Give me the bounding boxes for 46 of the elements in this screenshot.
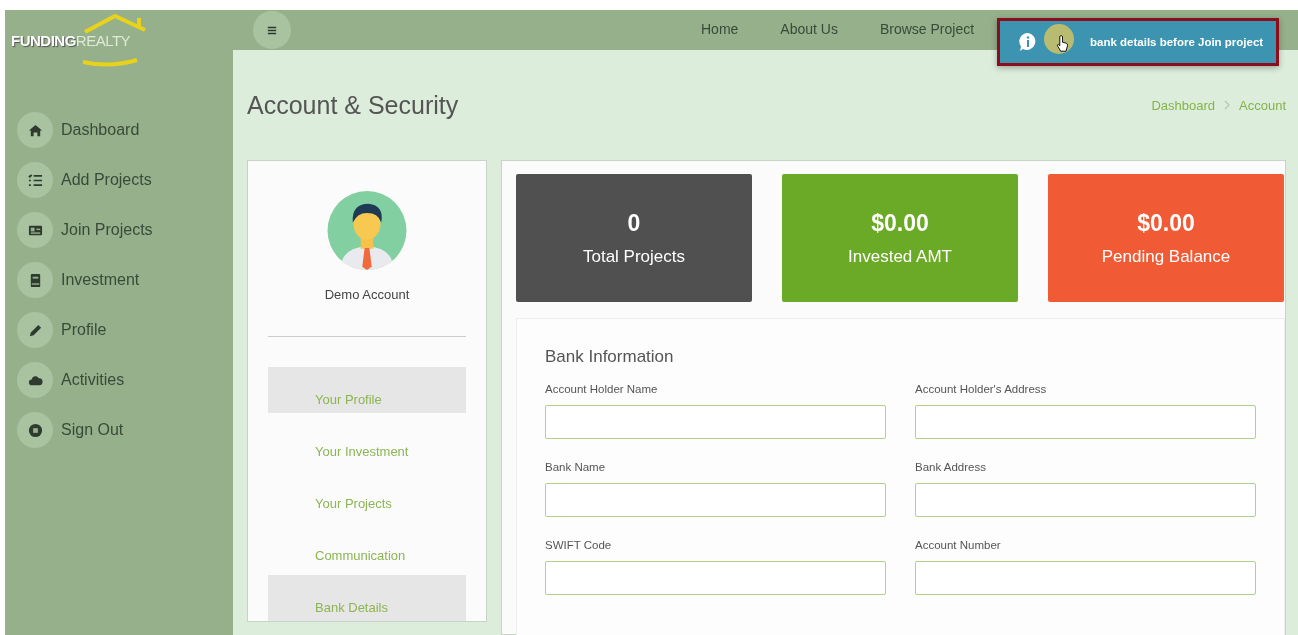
sidebar-item[interactable]: Add Projects — [17, 162, 152, 198]
menu-icon — [267, 25, 277, 35]
field-label: Account Holder's Address — [915, 383, 1048, 395]
stat-label: Total Projects — [582, 246, 685, 267]
profile-menu-item[interactable]: Your Projects — [268, 471, 466, 517]
input-field[interactable] — [545, 561, 886, 595]
sidebar-item[interactable]: Join Projects — [17, 212, 153, 248]
input-field[interactable] — [545, 405, 886, 439]
stat-label: Invested AMT — [848, 246, 952, 267]
field-label: Bank Address — [915, 461, 987, 473]
info-icon — [1018, 32, 1038, 52]
field-label: Bank Name — [545, 461, 607, 473]
toast-message: bank details before Join project — [1090, 36, 1264, 48]
chevron-icon — [1224, 100, 1230, 110]
stat-label: Pending Balance — [1101, 246, 1231, 267]
page-title: Account & Security — [247, 90, 459, 120]
hand-cursor-icon — [1056, 35, 1069, 53]
form-title: Bank Information — [545, 347, 675, 367]
stat-value: $0.00 — [1137, 209, 1195, 237]
profile-menu-item[interactable]: Communication — [268, 523, 466, 569]
sidebar-item[interactable]: Sign Out — [17, 412, 124, 448]
stat-value: $0.00 — [871, 209, 929, 237]
input-field[interactable] — [545, 483, 886, 517]
menu-button[interactable] — [253, 11, 291, 49]
breadcrumb-link[interactable]: Account — [1239, 97, 1286, 113]
field-label: Account Holder Name — [545, 383, 659, 395]
breadcrumb-link[interactable]: Dashboard — [1151, 97, 1215, 113]
sidebar-item[interactable]: Investment — [17, 262, 140, 298]
sidebar-item[interactable]: Profile — [17, 312, 107, 348]
input-field[interactable] — [915, 561, 1256, 595]
funding-realty-logo[interactable]: FUNDINGREALTY — [5, 12, 175, 68]
field-label: Account Number — [915, 539, 1002, 551]
pencil-icon — [27, 322, 43, 338]
nav-link[interactable]: About Us — [780, 21, 838, 37]
stat-value: 0 — [627, 209, 641, 237]
profile-name: Demo Account — [324, 287, 410, 302]
nav-link[interactable]: Home — [701, 21, 739, 37]
input-field[interactable] — [915, 405, 1256, 439]
sidebar-item[interactable]: Dashboard — [17, 112, 140, 148]
profile-menu-item[interactable]: Your Investment — [268, 419, 466, 465]
nav-link[interactable]: Browse Project — [879, 21, 975, 37]
checklist-icon — [27, 172, 43, 188]
input-field[interactable] — [915, 483, 1256, 517]
field-label: SWIFT Code — [545, 539, 613, 551]
home-icon — [27, 122, 43, 138]
sidebar-item[interactable]: Activities — [17, 362, 125, 398]
